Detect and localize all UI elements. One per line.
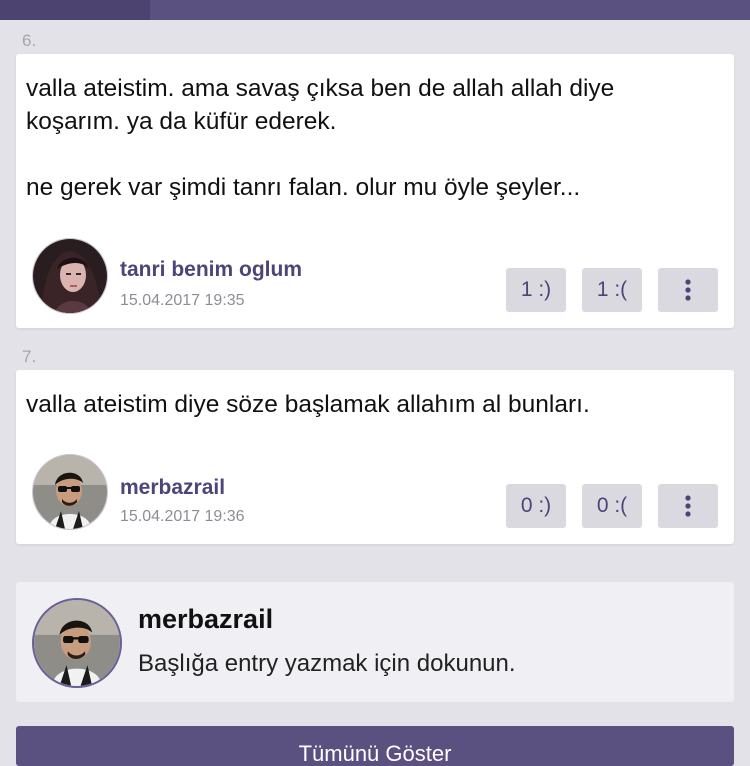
top-tab-bar bbox=[0, 0, 750, 20]
avatar-image bbox=[33, 455, 107, 529]
entry-date: 15.04.2017 19:36 bbox=[120, 508, 245, 525]
more-options-button[interactable] bbox=[658, 484, 718, 528]
upvote-button[interactable]: 1 :) bbox=[506, 268, 566, 312]
avatar bbox=[32, 598, 122, 688]
avatar[interactable] bbox=[32, 454, 108, 530]
show-all-button[interactable]: Tümünü Göster bbox=[16, 726, 734, 766]
compose-hint: Başlığa entry yazmak için dokunun. bbox=[138, 650, 516, 677]
entry-text: valla ateistim diye söze başlamak allahı… bbox=[26, 391, 590, 418]
author-link[interactable]: merbazrail bbox=[120, 476, 225, 500]
entry-card: valla ateistim. ama savaş çıksa ben de a… bbox=[16, 54, 734, 328]
compose-entry-prompt[interactable]: merbazrail Başlığa entry yazmak için dok… bbox=[16, 582, 734, 702]
show-all-label: Tümünü Göster bbox=[298, 741, 452, 766]
author-link[interactable]: tanri benim oglum bbox=[120, 258, 302, 282]
avatar-image bbox=[33, 239, 107, 313]
compose-username: merbazrail bbox=[138, 604, 274, 634]
entry-card: valla ateistim diye söze başlamak allahı… bbox=[16, 370, 734, 544]
more-vertical-icon bbox=[685, 495, 691, 517]
avatar-image bbox=[34, 600, 120, 686]
entry-date: 15.04.2017 19:35 bbox=[120, 292, 245, 309]
more-vertical-icon bbox=[685, 279, 691, 301]
avatar[interactable] bbox=[32, 238, 108, 314]
upvote-button[interactable]: 0 :) bbox=[506, 484, 566, 528]
downvote-button[interactable]: 1 :( bbox=[582, 268, 642, 312]
entry-number: 7. bbox=[22, 347, 37, 366]
downvote-button[interactable]: 0 :( bbox=[582, 484, 642, 528]
entry-text: valla ateistim. ama savaş çıksa ben de a… bbox=[26, 75, 615, 201]
tab-active[interactable] bbox=[0, 0, 150, 20]
entry-number: 6. bbox=[22, 31, 37, 50]
more-options-button[interactable] bbox=[658, 268, 718, 312]
